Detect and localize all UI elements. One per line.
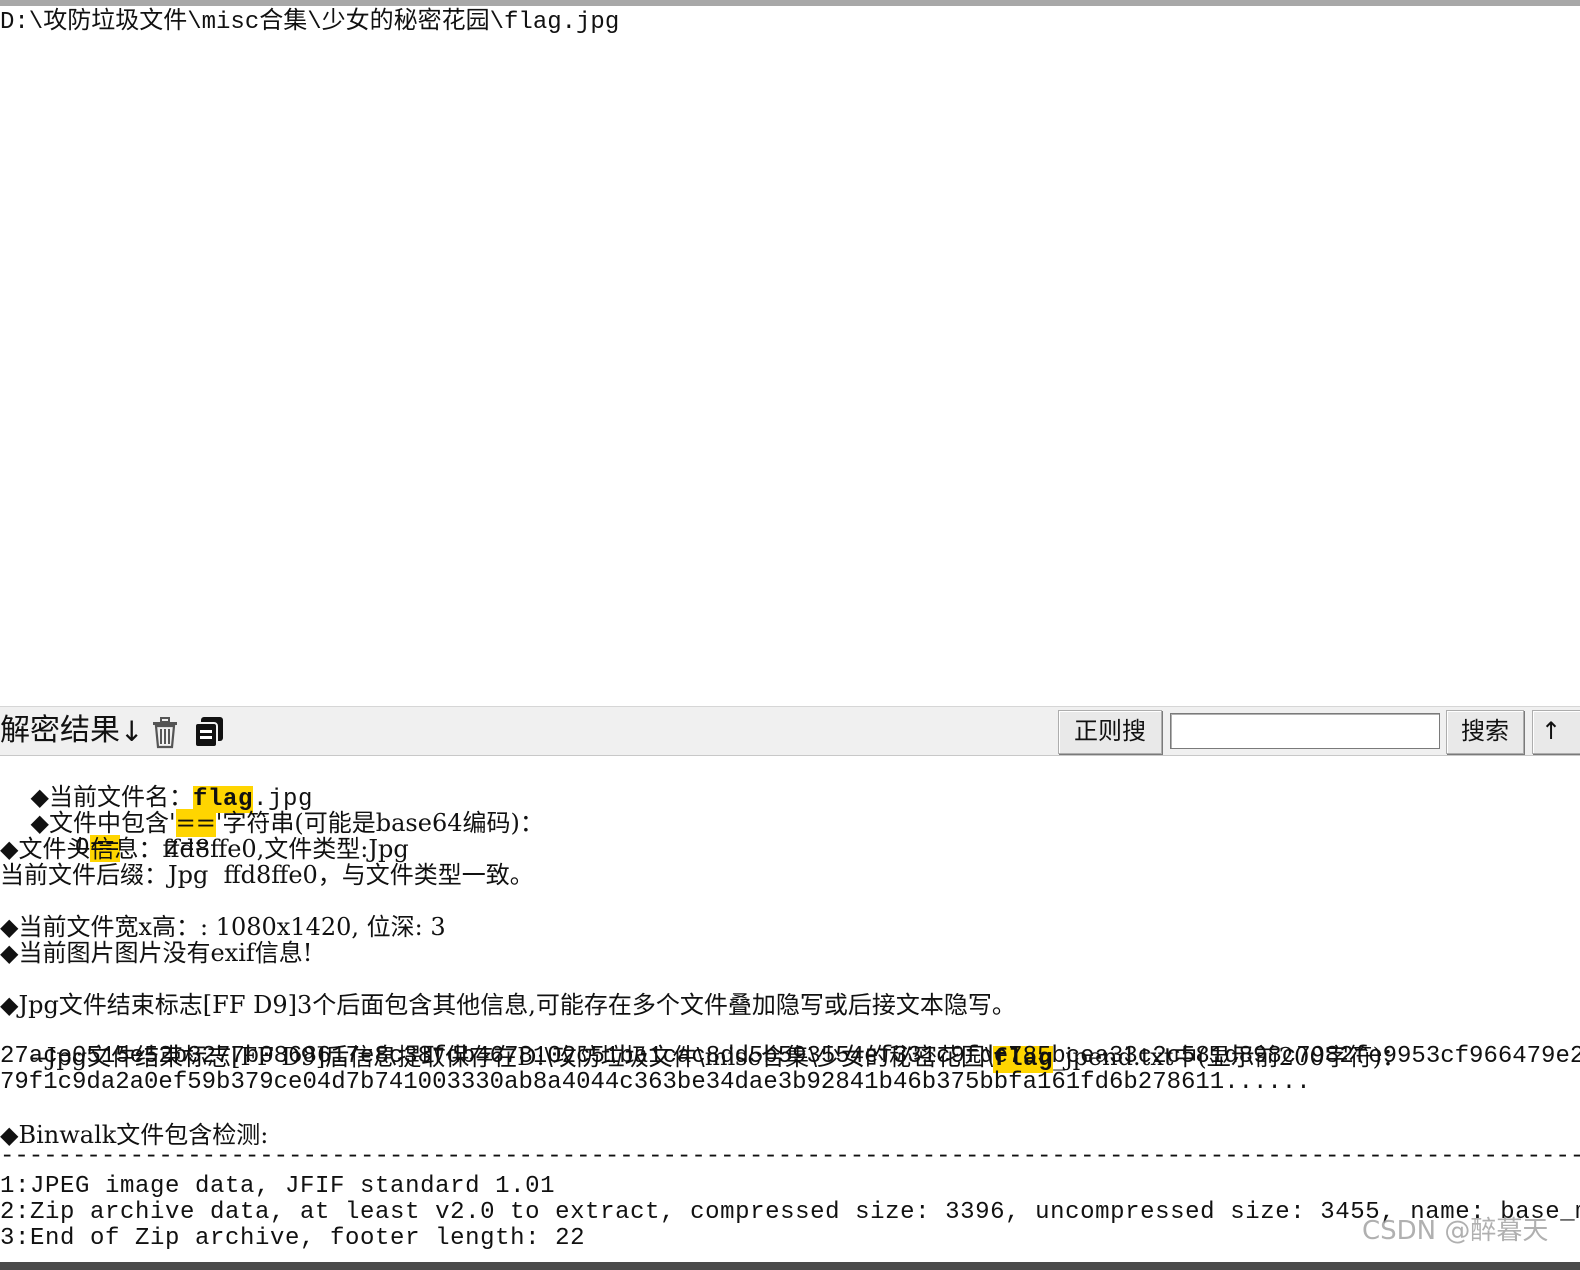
window-bottom-border xyxy=(0,1262,1580,1270)
result-toolbar: 解密结果 ↓ 正则搜 搜索 ↑ 约 xyxy=(0,706,1580,785)
hex-line-1: 27ace0515e52b3277b0868617e8c38fdb4678102… xyxy=(0,1043,1580,1070)
file-path-text: D:\攻防垃圾文件\misc合集\少女的秘密花园\flag.jpg xyxy=(0,9,620,36)
result-text-area[interactable]: ◆当前文件名：flag.jpg ◆文件中包含'=='字符串(可能是base64编… xyxy=(0,756,1580,1262)
search-up-button[interactable]: ↑ 约 xyxy=(1532,710,1580,785)
file-path-panel[interactable]: D:\攻防垃圾文件\misc合集\少女的秘密花园\flag.jpg xyxy=(0,6,1580,706)
decrypt-result-title: 解密结果 xyxy=(0,713,120,748)
binwalk-result-1: 1:JPEG image data, JFIF standard 1.01 xyxy=(0,1173,556,1200)
search-button[interactable]: 搜索 xyxy=(1446,710,1524,754)
binwalk-result-3: 3:End of Zip archive, footer length: 22 xyxy=(0,1225,586,1252)
down-arrow-icon[interactable]: ↓ xyxy=(120,715,143,749)
contains-suffix: '字符串(可能是base64编码)： xyxy=(215,809,544,837)
copy-icon[interactable] xyxy=(192,715,226,749)
search-input[interactable] xyxy=(1170,713,1440,749)
jpg-end-info-line: ◆Jpg文件结束标志[FF D9]3个后面包含其他信息,可能存在多个文件叠加隐写… xyxy=(0,991,1016,1019)
binwalk-result-2: 2:Zip archive data, at least v2.0 to ext… xyxy=(0,1199,1580,1226)
exif-info-line: ◆当前图片图片没有exif信息! xyxy=(0,939,313,967)
suffix-info-line: 当前文件后缀：Jpg ffd8ffe0，与文件类型一致。 xyxy=(0,861,534,889)
csdn-watermark: CSDN @醉暮天 xyxy=(1362,1216,1549,1246)
dimension-info-line: ◆当前文件宽x高：: 1080x1420, 位深: 3 xyxy=(0,913,446,941)
separator-line: ----------------------------------------… xyxy=(0,1143,1580,1170)
trash-icon[interactable] xyxy=(150,717,180,749)
regex-search-button[interactable]: 正则搜 xyxy=(1058,710,1162,754)
header-info-line: ◆文件头信息：ffd8ffe0,文件类型:Jpg xyxy=(0,835,409,863)
hex-line-2: 79f1c9da2a0ef59b379ce04d7b741003330ab8a4… xyxy=(0,1069,1311,1096)
